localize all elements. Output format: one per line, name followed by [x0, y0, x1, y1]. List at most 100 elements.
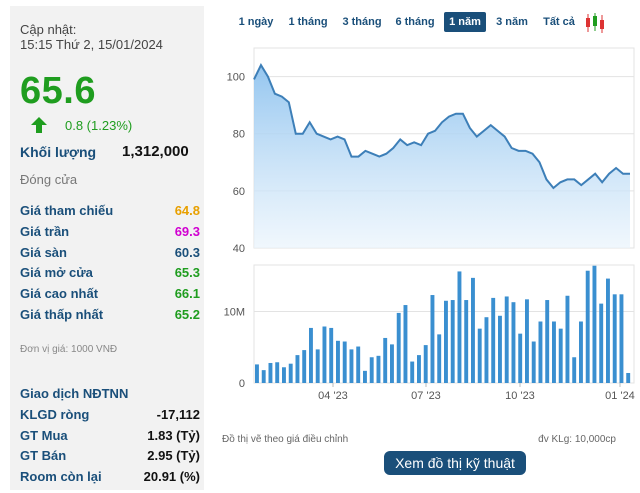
price-row-label: Giá tham chiếu — [20, 203, 114, 218]
price-tick-label: 60 — [233, 186, 245, 198]
volume-bar — [592, 265, 597, 383]
foreign-row-label: GT Mua — [20, 428, 68, 443]
volume-tick-label: 0 — [239, 378, 245, 390]
volume-bar — [390, 344, 394, 383]
price-row-label: Giá trần — [20, 224, 70, 239]
foreign-row-value: 2.95 (Tỷ) — [147, 448, 200, 463]
tab-3-years[interactable]: 3 năm — [490, 12, 534, 32]
volume-bars — [255, 265, 631, 383]
tab-1-day[interactable]: 1 ngày — [234, 12, 278, 32]
volume-value: 1,312,000 — [122, 143, 189, 160]
price-row-value: 60.3 — [174, 245, 200, 260]
volume-bar — [464, 300, 469, 383]
price-row-value: 66.1 — [174, 286, 200, 301]
volume-bar — [606, 278, 610, 383]
tab-3-months[interactable]: 3 tháng — [338, 12, 386, 32]
volume-bar — [376, 355, 381, 383]
price-row-value: 69.3 — [174, 224, 200, 239]
volume-bar — [444, 300, 448, 383]
volume-bar — [417, 355, 421, 383]
foreign-row-value: 20.91 (%) — [143, 469, 200, 484]
chart-panel: 1 ngày 1 tháng 3 tháng 6 tháng 1 năm 3 n… — [216, 0, 640, 493]
volume-bar — [565, 295, 570, 383]
volume-bar — [599, 303, 604, 383]
volume-bar — [275, 362, 280, 383]
tab-all[interactable]: Tất cả — [538, 12, 580, 32]
foreign-row-net-volume: KLGD ròng -17,112 — [20, 407, 200, 425]
foreign-row-value: 1.83 (Tỷ) — [147, 428, 200, 443]
tab-6-months[interactable]: 6 tháng — [391, 12, 439, 32]
volume-bar — [518, 333, 523, 383]
technical-chart-button[interactable]: Xem đồ thị kỹ thuật — [384, 451, 526, 475]
price-row-label: Giá mở cửa — [20, 265, 93, 280]
up-arrow-icon — [31, 117, 47, 133]
price-row-low: Giá thấp nhất 65.2 — [20, 307, 200, 325]
foreign-row-value: -17,112 — [156, 407, 200, 422]
foreign-row-room: Room còn lại 20.91 (%) — [20, 469, 200, 487]
price-tick-label: 100 — [227, 72, 245, 84]
volume-bar — [585, 270, 590, 383]
volume-bar — [545, 300, 550, 383]
x-tick-label: 10 '23 — [505, 390, 535, 402]
price-tick-label: 40 — [233, 243, 245, 255]
volume-bar — [579, 321, 583, 383]
volume-bar — [322, 326, 327, 383]
volume-bar — [255, 364, 259, 383]
price-row-open: Giá mở cửa 65.3 — [20, 265, 200, 283]
volume-bar — [498, 315, 502, 383]
volume-bar — [410, 361, 415, 383]
volume-bar — [552, 321, 556, 383]
volume-bar — [484, 317, 489, 383]
x-tick-label: 07 '23 — [411, 390, 441, 402]
period-tabs: 1 ngày 1 tháng 3 tháng 6 tháng 1 năm 3 n… — [216, 12, 640, 34]
volume-bar — [471, 277, 475, 383]
volume-bar — [504, 296, 509, 383]
foreign-row-label: KLGD ròng — [20, 407, 90, 422]
volume-bar — [329, 327, 334, 383]
volume-bar — [261, 370, 266, 383]
volume-bar — [282, 367, 286, 383]
x-axis: 04 '23 07 '23 10 '23 01 '24 — [318, 383, 635, 402]
volume-y-axis: 0 10M — [224, 306, 245, 390]
volume-bar — [403, 305, 408, 383]
volume-bar — [525, 299, 529, 383]
volume-bar — [558, 328, 563, 383]
volume-bar — [302, 350, 307, 383]
price-row-ceiling: Giá trần 69.3 — [20, 224, 200, 242]
foreign-row-buy: GT Mua 1.83 (Tỷ) — [20, 428, 200, 446]
volume-bar — [396, 312, 401, 383]
x-tick-label: 01 '24 — [605, 390, 635, 402]
volume-bar — [437, 334, 442, 383]
volume-bar — [619, 294, 624, 383]
volume-bar — [612, 294, 617, 383]
foreign-row-label: Room còn lại — [20, 469, 102, 484]
volume-bar — [315, 349, 320, 383]
price-row-value: 65.2 — [174, 307, 200, 322]
volume-bar — [450, 300, 455, 383]
price-unit-note: Đơn vị giá: 1000 VNĐ — [20, 344, 118, 355]
volume-tick-label: 10M — [224, 306, 245, 318]
volume-bar — [268, 362, 273, 383]
volume-bar — [356, 346, 361, 383]
x-tick-label: 04 '23 — [318, 390, 348, 402]
chart-note-volume-unit: đv KLg: 10,000cp — [538, 434, 616, 445]
volume-bar — [538, 321, 543, 383]
foreign-row-sell: GT Bán 2.95 (Tỷ) — [20, 448, 200, 466]
price-area — [253, 63, 630, 248]
price-y-axis: 40 60 80 100 — [227, 72, 245, 255]
current-price: 65.6 — [20, 70, 96, 112]
tab-1-year[interactable]: 1 năm — [444, 12, 486, 32]
tab-1-month[interactable]: 1 tháng — [284, 12, 332, 32]
volume-bar — [477, 328, 482, 383]
price-row-value: 65.3 — [174, 265, 200, 280]
volume-bar — [572, 357, 577, 383]
candlestick-icon[interactable] — [584, 12, 606, 34]
price-area-fill — [254, 65, 630, 248]
volume-bar — [383, 337, 388, 383]
stock-summary-panel: Cập nhật: 15:15 Thứ 2, 15/01/2024 65.6 0… — [10, 6, 204, 490]
update-time: 15:15 Thứ 2, 15/01/2024 — [20, 37, 163, 52]
price-row-label: Giá cao nhất — [20, 286, 99, 301]
volume-bar — [423, 345, 428, 383]
foreign-row-label: GT Bán — [20, 448, 67, 463]
volume-bar — [349, 349, 354, 383]
